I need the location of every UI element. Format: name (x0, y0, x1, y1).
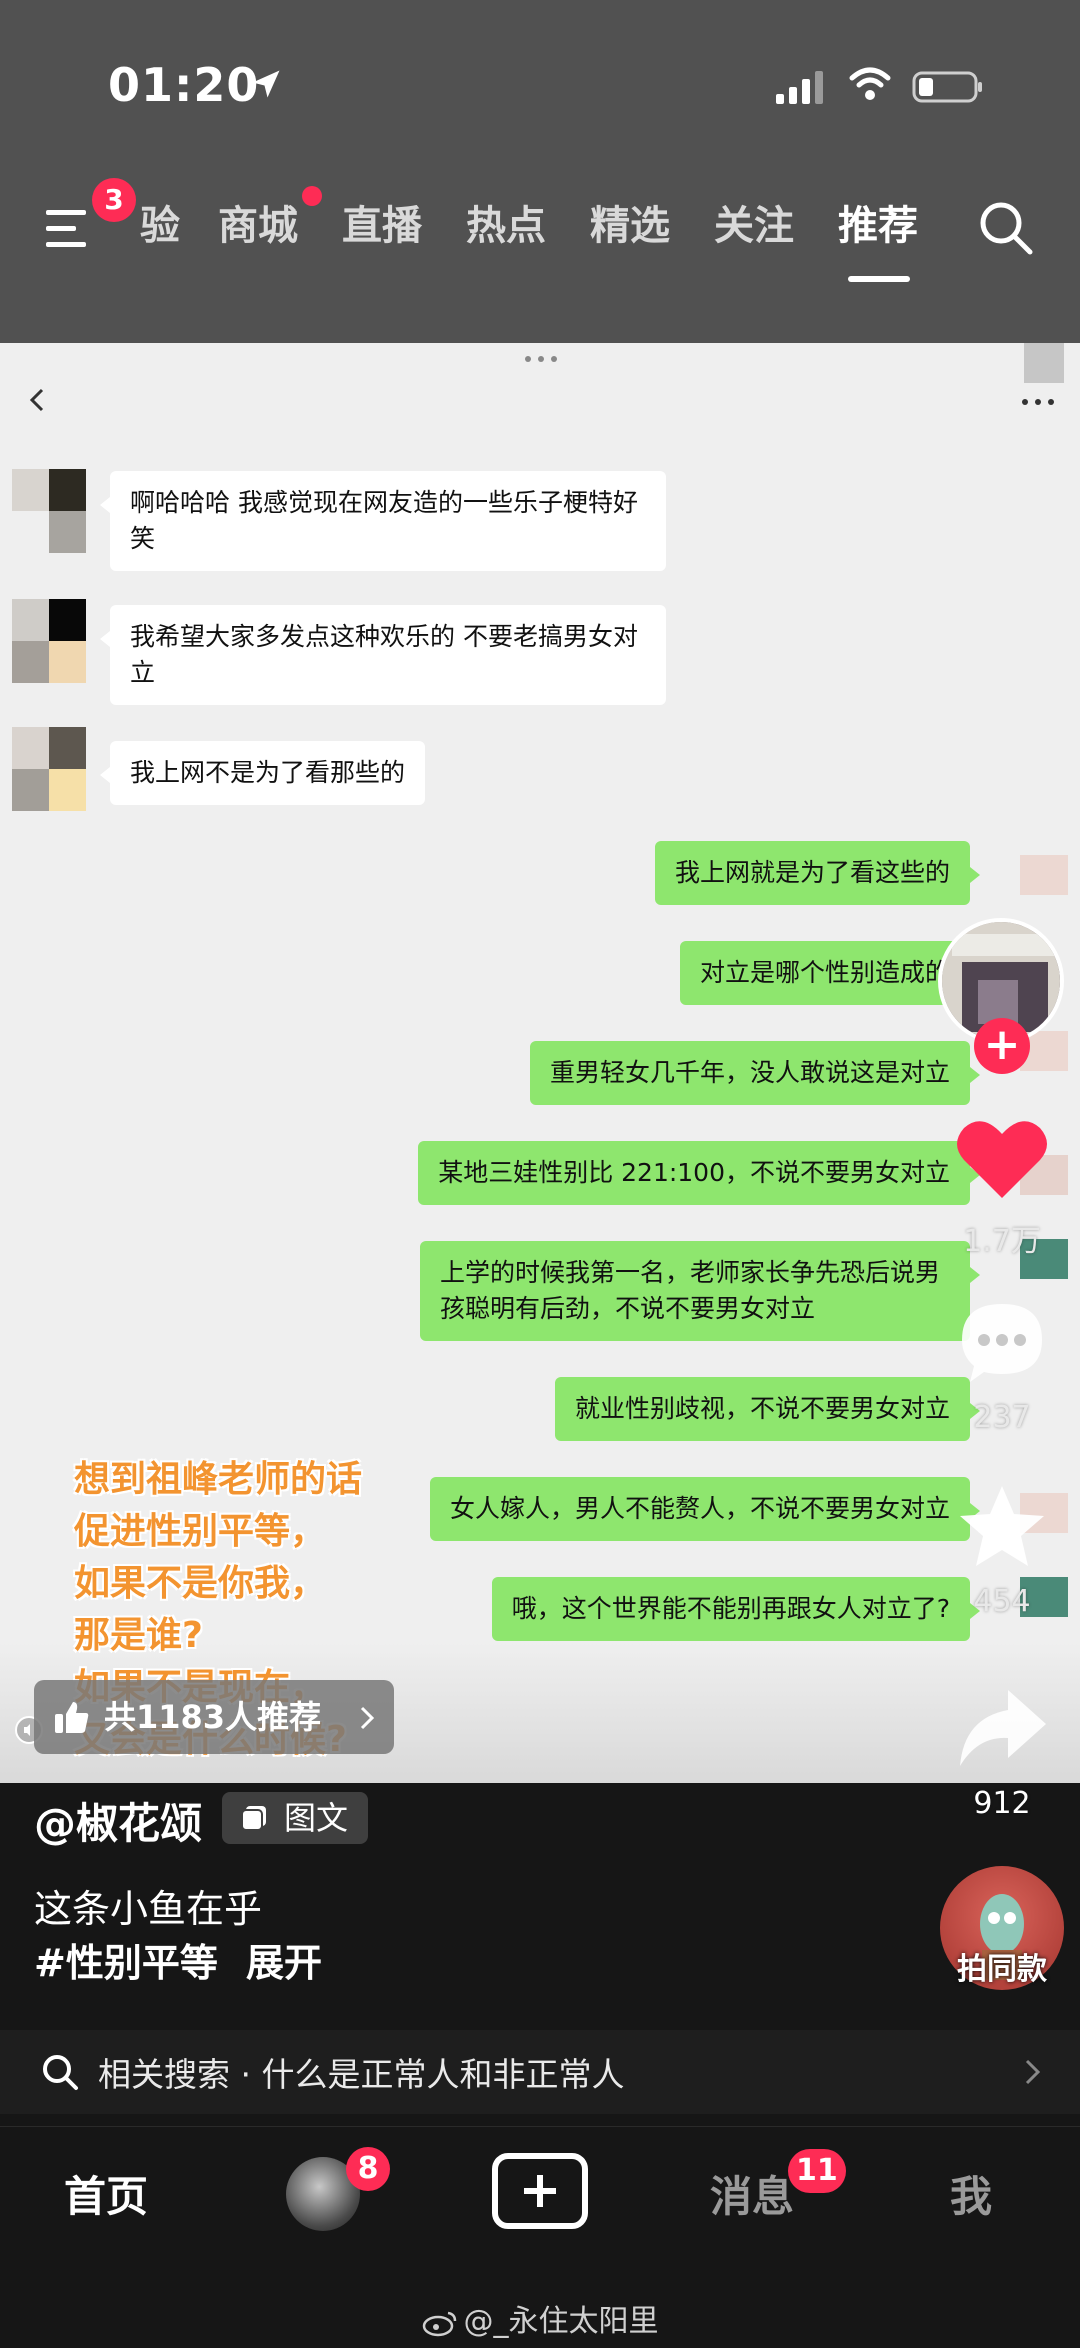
follow-button[interactable]: + (974, 1018, 1030, 1074)
tab-home[interactable]: 首页 (64, 2163, 148, 2224)
tab-featured[interactable]: 精选 (590, 196, 670, 256)
search-icon (43, 2055, 78, 2090)
like-count: 1.7万 (963, 1224, 1041, 1259)
tab-messages[interactable]: 消息 (710, 2163, 794, 2224)
star-icon[interactable] (954, 1482, 1050, 1572)
avatar (12, 469, 86, 553)
favorite-count: 454 (973, 1584, 1031, 1619)
status-time: 01:20 (108, 58, 260, 112)
comment-count: 237 (973, 1400, 1031, 1435)
post-caption: 这条小鱼在乎 #性别平等 展开 (34, 1882, 322, 1990)
bottom-tab-bar: 首页 8 消息 11 我 (0, 2126, 1080, 2266)
chevron-right-icon (1025, 2059, 1041, 2085)
back-chevron-icon (29, 388, 44, 412)
caption-text: 这条小鱼在乎 (34, 1887, 263, 1931)
avatar (1020, 855, 1068, 895)
menu-icon (46, 210, 86, 247)
chat-bubble-received: 我希望大家多发点这种欢乐的 不要老搞男女对立 (100, 605, 666, 705)
tab-live[interactable]: 直播 (342, 196, 422, 256)
friends-badge: 8 (346, 2147, 390, 2191)
share-icon[interactable] (954, 1684, 1050, 1774)
chat-bubble-sent: 女人嫁人，男人不能赘人，不说不要男女对立 (429, 1477, 981, 1541)
chat-bubble-sent: 某地三娃性别比 221:100，不说不要男女对立 (418, 1141, 980, 1205)
chat-bubble-sent: 就业性别歧视，不说不要男女对立 (554, 1377, 981, 1441)
drag-handle-icon (525, 356, 557, 362)
chat-bubble-sent: 哦，这个世界能不能别再跟女人对立了? (491, 1577, 981, 1641)
watermark-text: @_永住太阳里 (463, 2304, 659, 2339)
create-post-button[interactable] (492, 2153, 588, 2229)
same-style-label[interactable]: 拍同款 (930, 1944, 1074, 1988)
more-dots-icon (1022, 399, 1054, 405)
recommend-label: 共1183人推荐 (104, 1698, 322, 1736)
avatar (12, 727, 86, 811)
mall-notification-dot (302, 186, 322, 206)
chat-bubble-received: 我上网不是为了看那些的 (99, 741, 426, 805)
comment-icon[interactable] (954, 1298, 1050, 1388)
author-name[interactable]: @椒花颂 (34, 1790, 202, 1851)
messages-badge: 11 (788, 2149, 846, 2193)
chevron-right-icon (360, 1706, 375, 1730)
chat-bubble-sent: 对立是哪个性别造成的 (679, 941, 981, 1005)
chat-bubble-received: 啊哈哈哈 我感觉现在网友造的一些乐子梗特好笑 (100, 471, 666, 571)
watermark: @_永住太阳里 (0, 2296, 1080, 2340)
recommend-count-pill[interactable]: 共1183人推荐 (34, 1680, 394, 1754)
tab-me[interactable]: 我 (950, 2163, 992, 2224)
location-arrow-icon (252, 70, 280, 98)
top-header: 01:20 3 验 商城 直播 热点 精选 关注 推荐 (0, 0, 1080, 343)
overlay-line: 促进性别平等， (74, 1511, 327, 1552)
menu-badge: 3 (92, 178, 136, 222)
weibo-logo-icon (422, 2311, 456, 2336)
chat-bubble-sent: 我上网就是为了看这些的 (654, 841, 981, 905)
decorative-block (1024, 343, 1064, 383)
related-search-bar[interactable]: 相关搜索 · 什么是正常人和非正常人 (0, 2030, 1080, 2114)
chat-bubble-sent: 上学的时候我第一名，老师家长争先恐后说男孩聪明有后劲，不说不要男女对立 (420, 1241, 980, 1341)
image-post-icon (241, 1806, 266, 1831)
post-type-badge: 图文 (222, 1792, 369, 1844)
related-search-text: 相关搜索 · 什么是正常人和非正常人 (98, 2055, 625, 2094)
expand-button[interactable]: 展开 (246, 1941, 322, 1985)
hashtag-link[interactable]: #性别平等 (34, 1941, 218, 1985)
tab-mall[interactable]: 商城 (218, 196, 298, 256)
post-type-label: 图文 (284, 1799, 349, 1837)
heart-icon[interactable] (954, 1114, 1050, 1204)
tab-trending[interactable]: 热点 (466, 196, 546, 256)
search-icon[interactable] (976, 198, 1036, 258)
thumbs-up-icon (55, 1702, 89, 1733)
cellular-signal-icon (776, 71, 823, 104)
top-nav: 3 验 商城 直播 热点 精选 关注 推荐 (0, 178, 1080, 282)
battery-icon (912, 71, 982, 103)
overlay-line: 那是谁? (74, 1615, 203, 1656)
tab-following[interactable]: 关注 (714, 196, 794, 256)
wifi-icon (849, 67, 891, 100)
overlay-line: 如果不是你我， (74, 1563, 327, 1604)
active-tab-indicator (848, 276, 910, 282)
chat-bubble-sent: 重男轻女几千年，没人敢说这是对立 (529, 1041, 981, 1105)
share-count: 912 (973, 1786, 1031, 1821)
overlay-line: 想到祖峰老师的话 (74, 1459, 363, 1500)
avatar (12, 599, 86, 683)
tab-recommend[interactable]: 推荐 (838, 196, 918, 256)
tab-experience[interactable]: 验 (140, 196, 180, 256)
